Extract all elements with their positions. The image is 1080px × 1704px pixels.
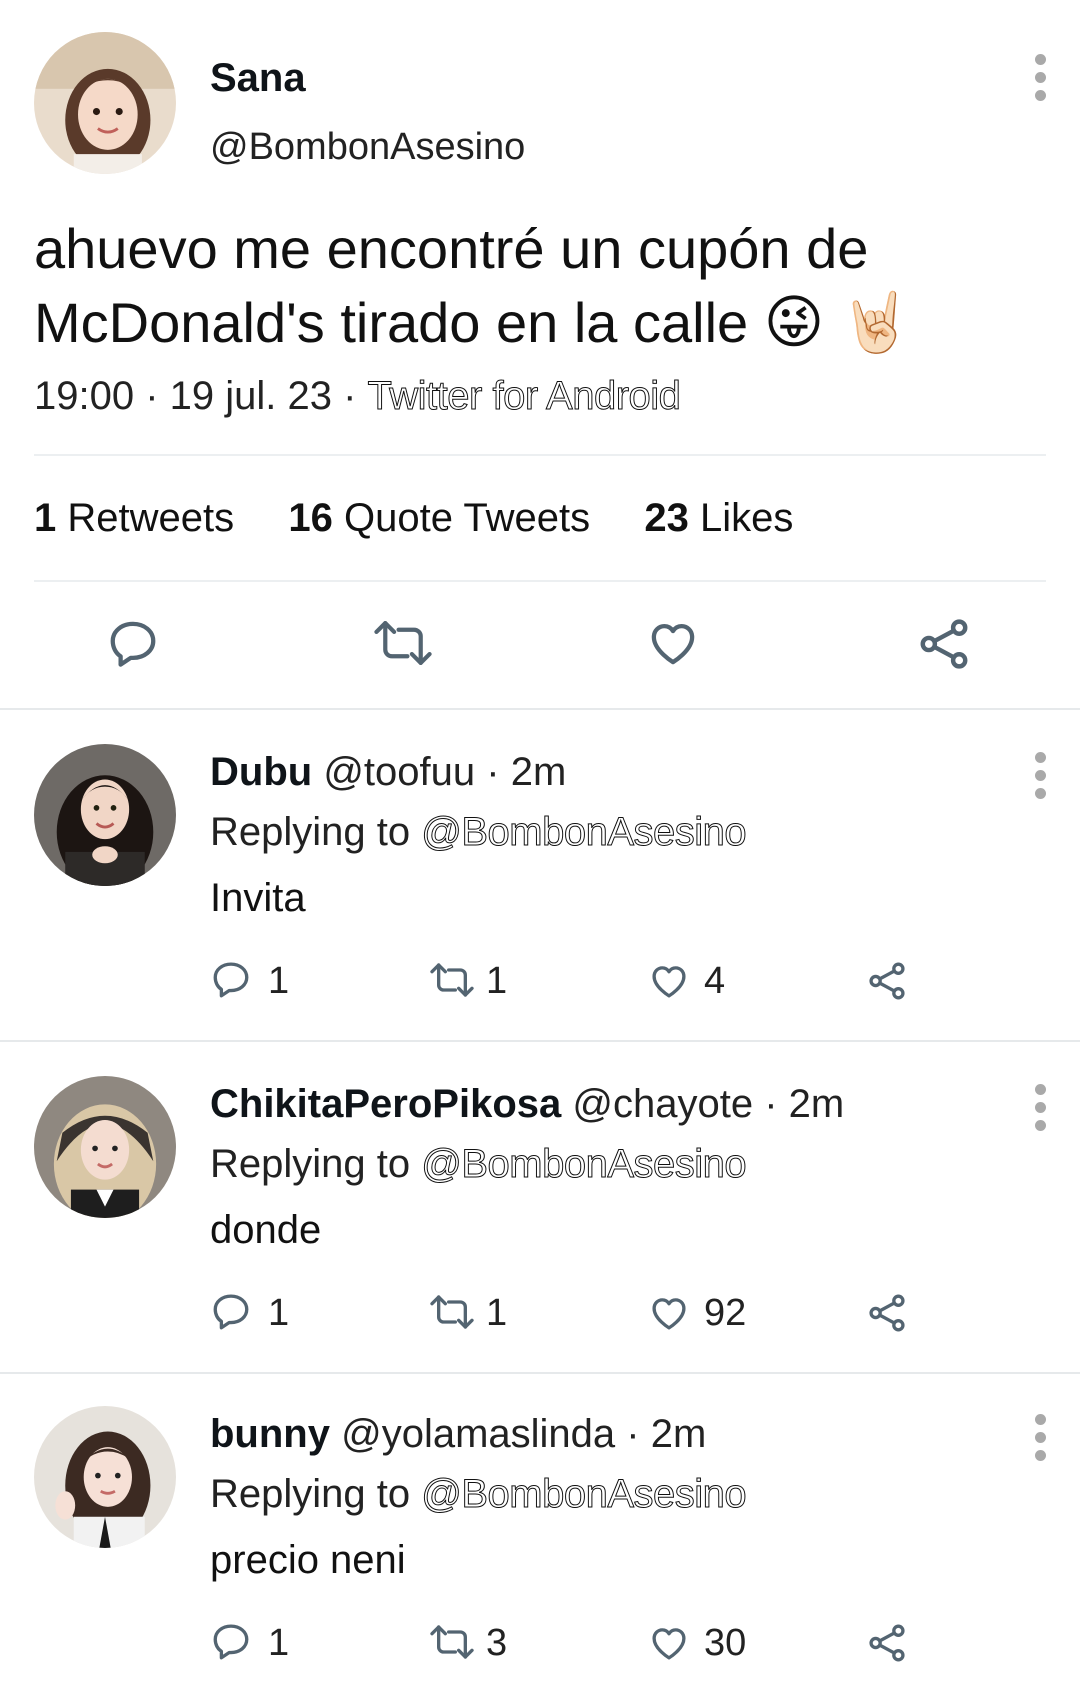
tweet-text-line-2-words: McDonald's tirado en la calle xyxy=(34,291,749,354)
reply-count: 1 xyxy=(268,1292,290,1334)
likes-count: 23 xyxy=(644,496,689,540)
reply-count: 1 xyxy=(268,960,290,1002)
share-icon[interactable] xyxy=(916,616,972,672)
reply-icon[interactable] xyxy=(210,958,252,1000)
reply-text: precio neni xyxy=(210,1538,406,1582)
retweets-count: 1 xyxy=(34,496,57,540)
replying-to-handle-link[interactable]: @BombonAsesino xyxy=(421,1142,747,1187)
share-icon[interactable] xyxy=(866,960,908,1002)
reply-count: 1 xyxy=(268,1622,290,1664)
reply-text: donde xyxy=(210,1208,322,1252)
reply-text: Invita xyxy=(210,876,306,920)
retweet-icon[interactable] xyxy=(372,616,434,670)
reply-display-name[interactable]: Dubu xyxy=(210,750,312,794)
replying-to-prefix: Replying to xyxy=(210,1472,411,1516)
replying-to-line: Replying to @BombonAsesino xyxy=(210,1472,747,1517)
tweet-text-line-2: McDonald's tirado en la calle 😜 🤘🏻 xyxy=(34,286,1054,360)
retweet-count: 1 xyxy=(486,1292,508,1334)
reply-handle[interactable]: @chayote xyxy=(572,1082,753,1126)
author-display-name[interactable]: Sana xyxy=(210,56,306,101)
tweet-timestamp: 19:00 · 19 jul. 23 · xyxy=(34,374,368,418)
reply-time: · 2m xyxy=(626,1412,707,1456)
retweet-count: 1 xyxy=(486,960,508,1002)
more-options-icon[interactable] xyxy=(1030,54,1050,108)
reply-header: Dubu @toofuu · 2m xyxy=(210,750,566,795)
author-handle[interactable]: @BombonAsesino xyxy=(210,126,525,169)
avatar-image xyxy=(34,1076,176,1218)
like-icon[interactable] xyxy=(646,616,700,670)
reply-icon[interactable] xyxy=(210,1620,252,1662)
avatar-image xyxy=(34,32,176,174)
avatar-image xyxy=(34,744,176,886)
quotes-stat[interactable]: 16 Quote Tweets xyxy=(288,496,590,540)
reply-header: bunny @yolamaslinda · 2m xyxy=(210,1412,706,1457)
tweet-stats: 1 Retweets 16 Quote Tweets 23 Likes xyxy=(34,496,793,541)
section-divider xyxy=(0,708,1080,710)
divider xyxy=(34,454,1046,456)
tweet-source-link[interactable]: Twitter for Android xyxy=(367,374,681,419)
section-divider xyxy=(0,1372,1080,1374)
retweet-icon[interactable] xyxy=(428,1622,476,1662)
avatar-dubu[interactable] xyxy=(34,744,176,886)
reply-time: · 2m xyxy=(764,1082,845,1126)
tweet-text-line-1: ahuevo me encontré un cupón de xyxy=(34,217,869,280)
tweet-meta: 19:00 · 19 jul. 23 · Twitter for Android xyxy=(34,374,681,419)
retweet-count: 3 xyxy=(486,1622,508,1664)
reply-icon[interactable] xyxy=(106,616,160,670)
avatar-image xyxy=(34,1406,176,1548)
reply-display-name[interactable]: ChikitaPeroPikosa xyxy=(210,1082,561,1126)
quotes-count: 16 xyxy=(288,496,333,540)
share-icon[interactable] xyxy=(866,1292,908,1334)
divider xyxy=(34,580,1046,582)
reply-display-name[interactable]: bunny xyxy=(210,1412,330,1456)
reply-icon[interactable] xyxy=(210,1290,252,1332)
rock-hand-emoji: 🤘🏻 xyxy=(839,290,912,355)
replying-to-line: Replying to @BombonAsesino xyxy=(210,1142,747,1187)
like-icon[interactable] xyxy=(648,1292,690,1334)
avatar-sana[interactable] xyxy=(34,32,176,174)
retweets-stat[interactable]: 1 Retweets xyxy=(34,496,234,540)
like-count: 30 xyxy=(704,1622,747,1664)
more-options-icon[interactable] xyxy=(1030,1414,1050,1468)
retweet-icon[interactable] xyxy=(428,1292,476,1332)
reply-time: · 2m xyxy=(486,750,567,794)
more-options-icon[interactable] xyxy=(1030,752,1050,806)
like-icon[interactable] xyxy=(648,1622,690,1664)
replying-to-prefix: Replying to xyxy=(210,1142,411,1186)
section-divider xyxy=(0,1040,1080,1042)
tweet-text: ahuevo me encontré un cupón de McDonald'… xyxy=(34,212,1054,360)
zany-face-emoji: 😜 xyxy=(763,290,825,355)
like-icon[interactable] xyxy=(648,960,690,1002)
share-icon[interactable] xyxy=(866,1622,908,1664)
replying-to-prefix: Replying to xyxy=(210,810,411,854)
avatar-bunny[interactable] xyxy=(34,1406,176,1548)
reply-handle[interactable]: @yolamaslinda xyxy=(341,1412,615,1456)
replying-to-handle-link[interactable]: @BombonAsesino xyxy=(421,1472,747,1517)
retweets-label: Retweets xyxy=(67,496,235,540)
like-count: 92 xyxy=(704,1292,747,1334)
replying-to-line: Replying to @BombonAsesino xyxy=(210,810,747,855)
quotes-label: Quote Tweets xyxy=(344,496,591,540)
avatar-chikitaperopikosa[interactable] xyxy=(34,1076,176,1218)
like-count: 4 xyxy=(704,960,726,1002)
retweet-icon[interactable] xyxy=(428,960,476,1000)
reply-handle[interactable]: @toofuu xyxy=(323,750,475,794)
replying-to-handle-link[interactable]: @BombonAsesino xyxy=(421,810,747,855)
likes-stat[interactable]: 23 Likes xyxy=(644,496,793,540)
reply-header: ChikitaPeroPikosa @chayote · 2m xyxy=(210,1082,844,1127)
likes-label: Likes xyxy=(699,496,794,540)
more-options-icon[interactable] xyxy=(1030,1084,1050,1138)
